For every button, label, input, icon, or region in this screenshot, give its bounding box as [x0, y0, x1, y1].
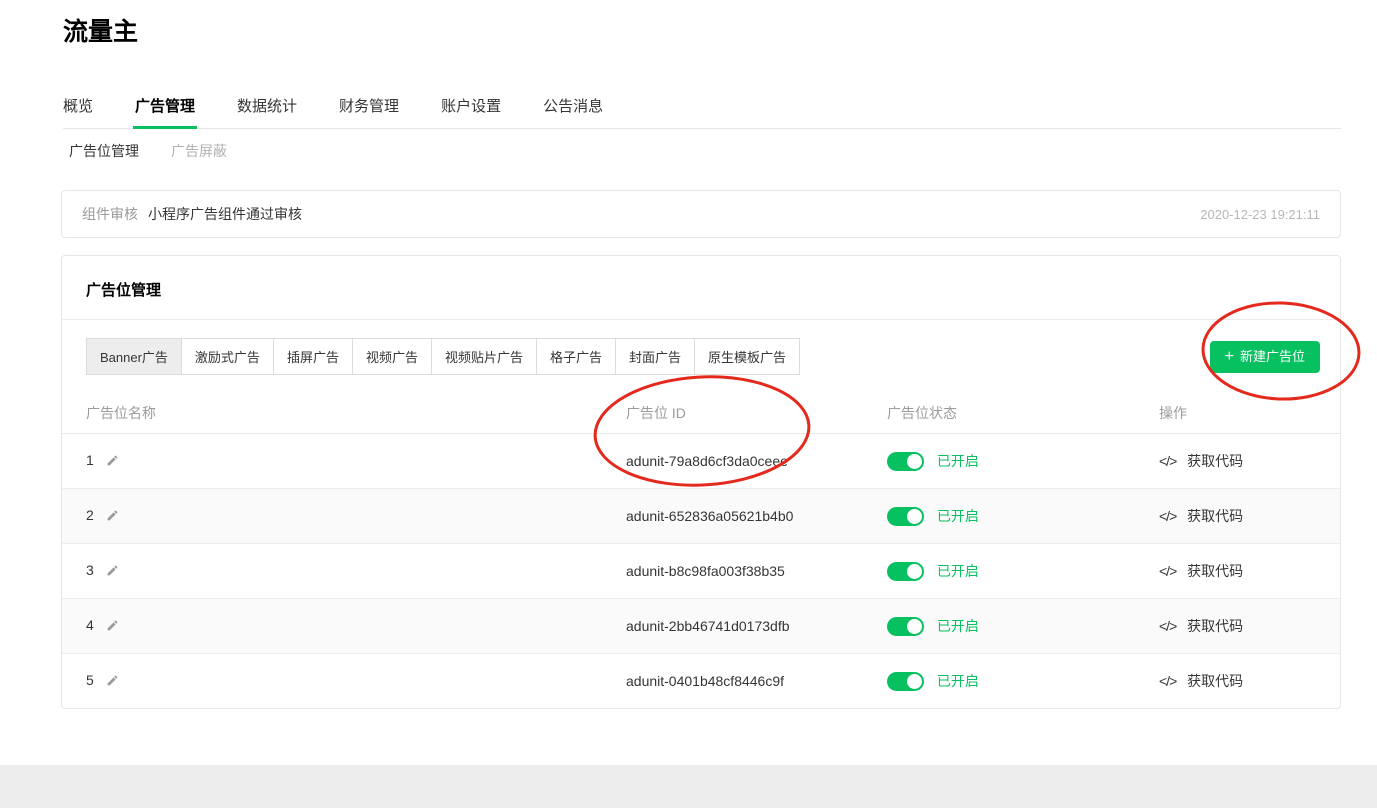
get-code-link[interactable]: </> 获取代码: [1159, 673, 1243, 689]
notice-card[interactable]: 组件审核 小程序广告组件通过审核 2020-12-23 19:21:11: [61, 190, 1341, 238]
nav-tab-3[interactable]: 数据统计: [237, 95, 297, 128]
ad-type-tab-8[interactable]: 原生模板广告: [694, 338, 800, 375]
status-toggle[interactable]: [887, 562, 924, 581]
status-label: 已开启: [937, 563, 979, 579]
nav-tab-6[interactable]: 公告消息: [543, 95, 603, 128]
status-label: 已开启: [937, 673, 979, 689]
adunit-id: adunit-0401b48cf8446c9f: [626, 673, 784, 689]
code-icon: </>: [1159, 508, 1176, 524]
traffic-master-page: 流量主 概览 广告管理 数据统计 财务管理 账户设置 公告消息 广告位管理 广告屏蔽 组件审…: [0, 0, 1377, 808]
table-row: 3 adunit-b8c98fa003f38b35 已开启 </> 获取代码: [62, 544, 1340, 599]
page-footer-strip: [0, 765, 1377, 808]
get-code-label: 获取代码: [1187, 508, 1243, 524]
card-title: 广告位管理: [62, 256, 1340, 320]
code-icon: </>: [1159, 453, 1176, 469]
ad-type-tab-6[interactable]: 格子广告: [536, 338, 616, 375]
nav-tabs: 概览 广告管理 数据统计 财务管理 账户设置 公告消息: [63, 92, 1341, 129]
sub-tab-1[interactable]: 广告位管理: [69, 141, 139, 161]
ad-type-tab-7[interactable]: 封面广告: [615, 338, 695, 375]
status-toggle[interactable]: [887, 617, 924, 636]
get-code-link[interactable]: </> 获取代码: [1159, 453, 1243, 469]
toolbar: Banner广告激励式广告插屏广告视频广告视频贴片广告格子广告封面广告原生模板广…: [62, 320, 1340, 393]
toggle-knob: [907, 454, 922, 469]
adunit-name: 2: [86, 507, 94, 523]
ad-type-tab-1[interactable]: Banner广告: [86, 338, 182, 375]
notice-timestamp: 2020-12-23 19:21:11: [1200, 207, 1320, 222]
ad-type-tab-2[interactable]: 激励式广告: [181, 338, 274, 375]
adunit-table: 广告位名称 广告位 ID 广告位状态 操作 1 adunit-79a8d6cf3…: [62, 393, 1340, 708]
status-label: 已开启: [937, 508, 979, 524]
table-row: 1 adunit-79a8d6cf3da0ceee 已开启 </> 获取代码: [62, 434, 1340, 489]
ad-type-tabs: Banner广告激励式广告插屏广告视频广告视频贴片广告格子广告封面广告原生模板广…: [86, 338, 800, 375]
get-code-link[interactable]: </> 获取代码: [1159, 508, 1243, 524]
adunit-id: adunit-b8c98fa003f38b35: [626, 563, 785, 579]
adunit-id: adunit-652836a05621b4b0: [626, 508, 793, 524]
ad-type-tab-3[interactable]: 插屏广告: [273, 338, 353, 375]
col-header-action: 操作: [1155, 393, 1340, 434]
edit-icon[interactable]: [106, 454, 119, 470]
edit-icon[interactable]: [106, 674, 119, 690]
col-header-status: 广告位状态: [887, 393, 1155, 434]
toggle-knob: [907, 619, 922, 634]
adunit-name: 4: [86, 617, 94, 633]
adunit-name: 5: [86, 672, 94, 688]
status-label: 已开启: [937, 618, 979, 634]
get-code-label: 获取代码: [1187, 453, 1243, 469]
adunit-table-body: 1 adunit-79a8d6cf3da0ceee 已开启 </> 获取代码 2: [62, 434, 1340, 709]
adunit-id: adunit-79a8d6cf3da0ceee: [626, 453, 788, 469]
status-toggle[interactable]: [887, 672, 924, 691]
table-header-row: 广告位名称 广告位 ID 广告位状态 操作: [62, 393, 1340, 434]
ad-type-tab-5[interactable]: 视频贴片广告: [431, 338, 537, 375]
table-row: 2 adunit-652836a05621b4b0 已开启 </> 获取代码: [62, 489, 1340, 544]
get-code-label: 获取代码: [1187, 673, 1243, 689]
notice-text: 小程序广告组件通过审核: [148, 204, 302, 224]
adunit-name: 1: [86, 452, 94, 468]
adunit-name: 3: [86, 562, 94, 578]
status-toggle[interactable]: [887, 507, 924, 526]
new-adunit-button[interactable]: + 新建广告位: [1210, 341, 1320, 373]
adunit-id: adunit-2bb46741d0173dfb: [626, 618, 790, 634]
toggle-knob: [907, 674, 922, 689]
toggle-knob: [907, 564, 922, 579]
ad-type-tab-4[interactable]: 视频广告: [352, 338, 432, 375]
table-row: 4 adunit-2bb46741d0173dfb 已开启 </> 获取代码: [62, 599, 1340, 654]
edit-icon[interactable]: [106, 509, 119, 525]
get-code-link[interactable]: </> 获取代码: [1159, 563, 1243, 579]
page-title: 流量主: [63, 12, 138, 48]
code-icon: </>: [1159, 563, 1176, 579]
edit-icon[interactable]: [106, 564, 119, 580]
new-adunit-label: 新建广告位: [1240, 341, 1305, 373]
nav-tab-5[interactable]: 账户设置: [441, 95, 501, 128]
status-label: 已开启: [937, 453, 979, 469]
code-icon: </>: [1159, 673, 1176, 689]
adunit-management-card: 广告位管理 Banner广告激励式广告插屏广告视频广告视频贴片广告格子广告封面广…: [61, 255, 1341, 709]
code-icon: </>: [1159, 618, 1176, 634]
get-code-label: 获取代码: [1187, 618, 1243, 634]
sub-tab-2[interactable]: 广告屏蔽: [171, 141, 227, 161]
plus-icon: +: [1225, 341, 1234, 373]
toggle-knob: [907, 509, 922, 524]
nav-tab-1[interactable]: 概览: [63, 95, 93, 128]
nav-tab-2[interactable]: 广告管理: [135, 95, 195, 128]
nav-tab-4[interactable]: 财务管理: [339, 95, 399, 128]
table-row: 5 adunit-0401b48cf8446c9f 已开启 </> 获取代码: [62, 654, 1340, 709]
get-code-label: 获取代码: [1187, 563, 1243, 579]
col-header-id: 广告位 ID: [626, 393, 887, 434]
sub-tabs: 广告位管理 广告屏蔽: [69, 141, 227, 161]
col-header-name: 广告位名称: [62, 393, 626, 434]
get-code-link[interactable]: </> 获取代码: [1159, 618, 1243, 634]
notice-tag: 组件审核: [82, 204, 138, 224]
edit-icon[interactable]: [106, 619, 119, 635]
status-toggle[interactable]: [887, 452, 924, 471]
